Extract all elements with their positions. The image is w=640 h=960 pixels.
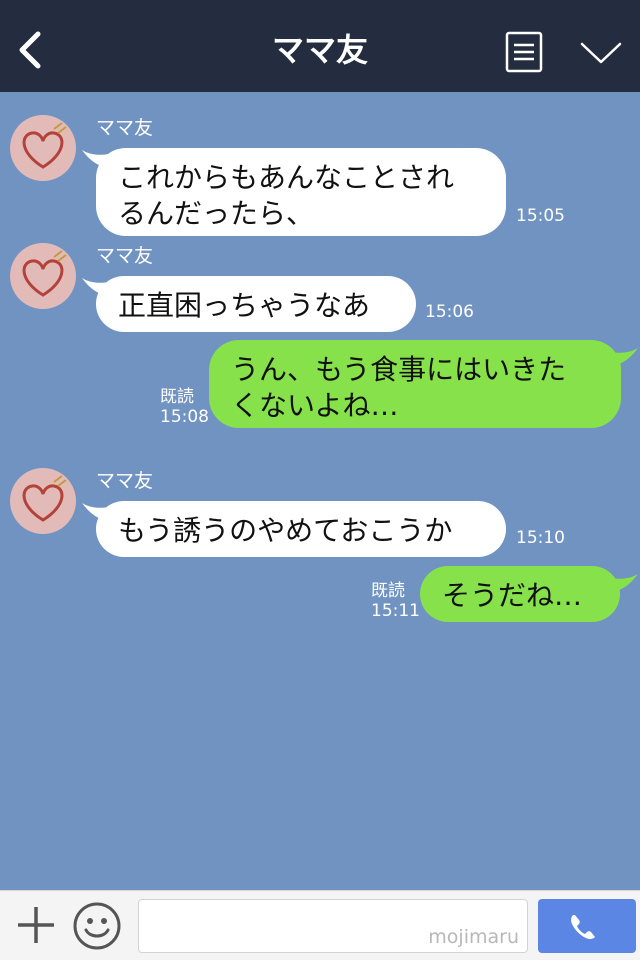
call-button[interactable] xyxy=(538,899,636,953)
message-time: 15:08 xyxy=(160,407,209,427)
message-line: 正直困っちゃうなあ xyxy=(118,289,371,322)
plus-icon xyxy=(18,907,54,943)
watermark-text: mojimaru xyxy=(428,926,519,948)
heart-avatar-icon xyxy=(22,475,67,522)
message-time: 15:06 xyxy=(425,302,474,322)
message-time: 15:10 xyxy=(516,528,565,548)
emoji-button[interactable] xyxy=(72,901,122,951)
message-input-bar: mojimaru xyxy=(0,890,640,960)
message-bubble[interactable]: そうだね… xyxy=(420,566,620,622)
read-receipt: 既読 xyxy=(160,387,194,407)
message-line: うん、もう食事にはいきた xyxy=(231,353,567,386)
chat-header: ママ友 xyxy=(0,0,640,92)
heart-avatar-icon xyxy=(22,250,67,297)
avatar[interactable] xyxy=(10,468,76,534)
chat-title: ママ友 xyxy=(271,31,368,69)
message-time: 15:05 xyxy=(516,206,565,226)
sender-name: ママ友 xyxy=(96,470,154,492)
avatar[interactable] xyxy=(10,115,76,181)
add-attachment-button[interactable] xyxy=(14,903,58,947)
sender-name: ママ友 xyxy=(96,117,154,139)
chevron-down-button[interactable] xyxy=(578,36,624,70)
message-line: くないよね… xyxy=(231,389,399,422)
bubble-tail xyxy=(612,348,638,366)
message-bubble[interactable]: もう誘うのやめておこうか xyxy=(96,501,506,557)
bubble-tail xyxy=(612,574,638,592)
message-line: これからもあんなことされ xyxy=(118,161,455,194)
message-time: 15:11 xyxy=(371,601,420,621)
message-bubble[interactable]: 正直困っちゃうなあ xyxy=(96,276,416,332)
message-line: もう誘うのやめておこうか xyxy=(118,514,453,547)
avatar[interactable] xyxy=(10,243,76,309)
read-receipt: 既読 xyxy=(371,581,405,601)
notes-icon xyxy=(505,31,543,73)
phone-icon xyxy=(571,915,595,940)
message-bubble[interactable]: これからもあんなことされ るんだったら、 xyxy=(96,148,506,236)
sender-name: ママ友 xyxy=(96,245,154,267)
smiley-icon xyxy=(73,902,121,950)
message-input[interactable]: mojimaru xyxy=(138,899,528,953)
message-line: るんだったら、 xyxy=(118,197,315,230)
notes-button[interactable] xyxy=(504,30,544,74)
message-bubble[interactable]: うん、もう食事にはいきた くないよね… xyxy=(209,340,621,428)
message-line: そうだね… xyxy=(442,579,583,612)
heart-avatar-icon xyxy=(22,122,67,169)
chevron-down-icon xyxy=(580,42,622,64)
